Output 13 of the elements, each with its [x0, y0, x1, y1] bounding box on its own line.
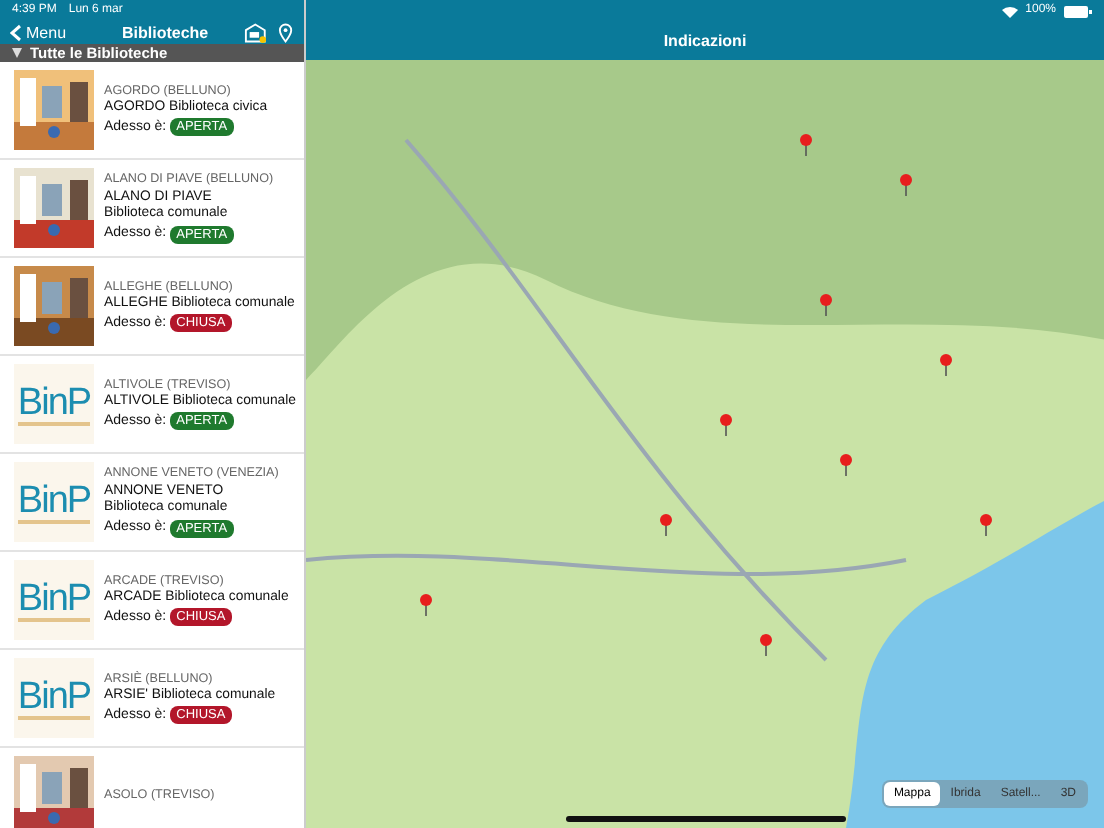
filter-icon[interactable] [12, 48, 22, 58]
location-pin-icon[interactable] [278, 22, 294, 44]
battery-icon [1064, 5, 1092, 17]
library-logo: BinP [17, 383, 91, 425]
library-logo: BinP [17, 677, 91, 719]
chevron-left-icon [10, 24, 22, 42]
back-button[interactable]: Menu [10, 24, 67, 42]
header-title: Biblioteche [122, 23, 209, 43]
map-title: Indicazioni [663, 31, 747, 51]
library-icon[interactable] [244, 22, 267, 44]
wifi-icon [1001, 5, 1018, 17]
library-logo: BinP [17, 579, 91, 621]
library-logo: BinP [17, 481, 91, 523]
